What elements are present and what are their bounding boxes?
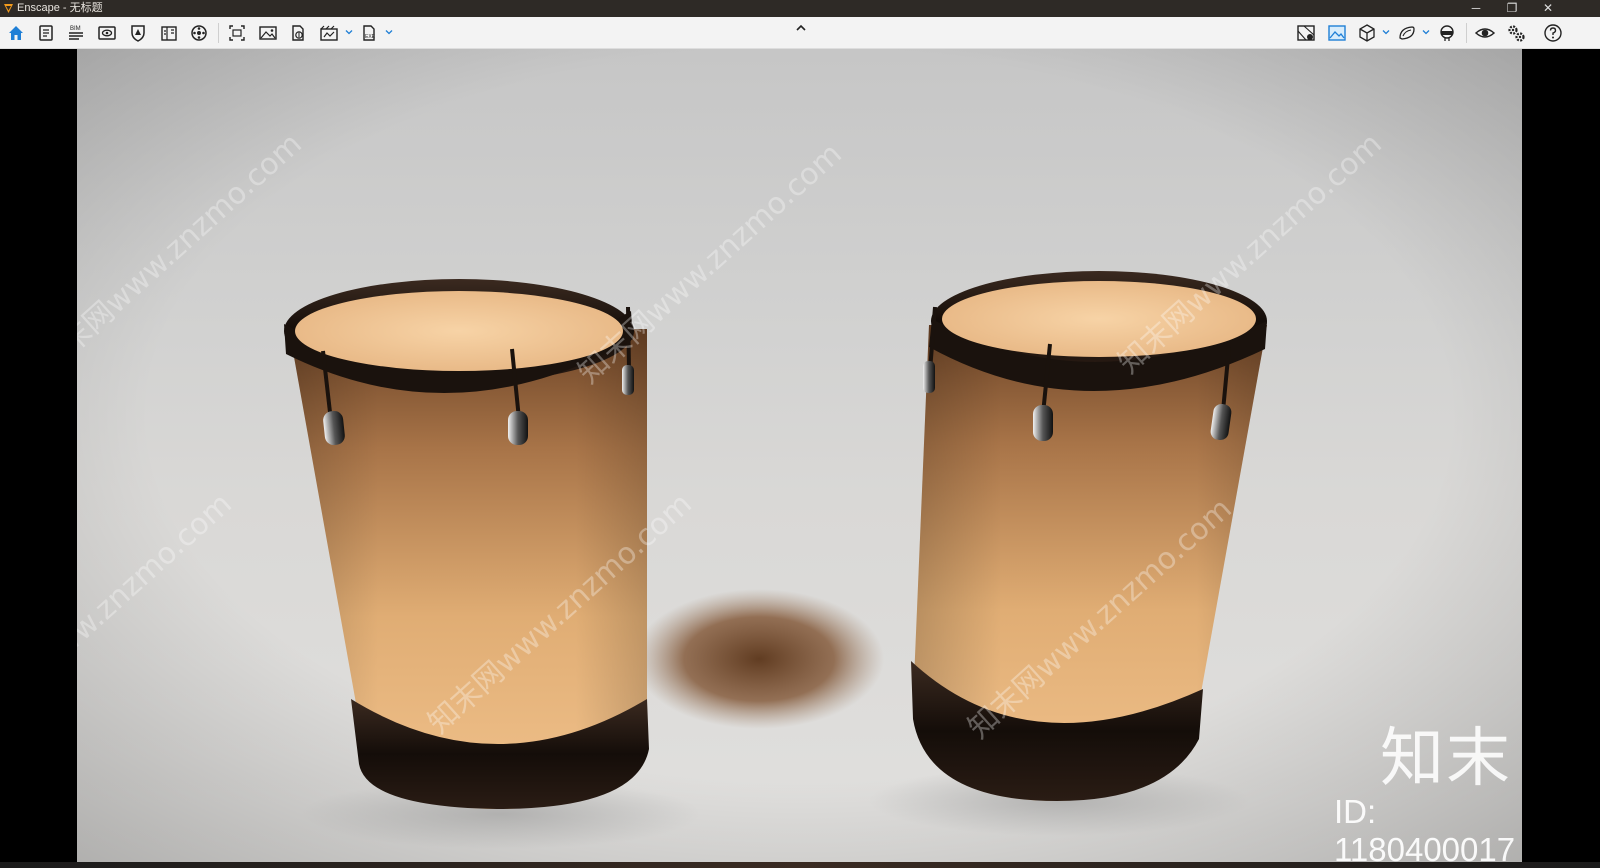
home-icon[interactable] — [6, 23, 26, 43]
assets-icon[interactable] — [159, 23, 179, 43]
eye-icon[interactable] — [1475, 23, 1495, 43]
map-icon[interactable] — [1296, 23, 1316, 43]
visual-settings-icon[interactable] — [128, 23, 148, 43]
minimize-button[interactable]: ─ — [1458, 0, 1494, 17]
vr-dropdown-chevron-icon[interactable] — [1421, 27, 1431, 37]
settings-icon[interactable] — [1506, 23, 1526, 43]
headset-icon[interactable] — [1437, 23, 1457, 43]
projects-icon[interactable] — [36, 23, 56, 43]
help-icon[interactable] — [1543, 23, 1563, 43]
svg-text:BIM: BIM — [70, 26, 81, 32]
svg-text:EXE: EXE — [365, 34, 376, 40]
restore-button[interactable]: ❐ — [1494, 0, 1530, 17]
toolbar-separator — [1466, 23, 1467, 43]
id-watermark: ID: 1180400017 — [1334, 793, 1516, 862]
image-icon[interactable] — [258, 23, 278, 43]
render-viewport[interactable]: 知末网www.znzmo.com 知末网www.znzmo.com 知末网www… — [77, 49, 1522, 862]
vr-icon[interactable] — [1397, 23, 1417, 43]
image-view-icon[interactable] — [1327, 23, 1347, 43]
video-dropdown-chevron-icon[interactable] — [344, 27, 354, 37]
toolbar-separator — [218, 23, 219, 43]
site-context-icon[interactable] — [189, 23, 209, 43]
export-icon[interactable]: EXE — [359, 23, 379, 43]
title-bar: Enscape - 无标题 ─ ❐ ✕ — [0, 0, 1600, 17]
bim-icon[interactable]: BIM — [66, 23, 86, 43]
bottom-strip — [0, 862, 1600, 868]
collapse-toolbar-chevron-icon[interactable] — [794, 20, 808, 31]
cube-view-icon[interactable] — [1357, 23, 1377, 43]
cube-dropdown-chevron-icon[interactable] — [1381, 27, 1391, 37]
panorama-icon[interactable] — [288, 23, 308, 43]
window-title: Enscape - 无标题 — [17, 2, 103, 14]
views-icon[interactable] — [97, 23, 117, 43]
brand-watermark: 知末 — [1380, 722, 1512, 796]
video-icon[interactable] — [319, 23, 339, 43]
enscape-logo-icon — [4, 4, 13, 13]
close-button[interactable]: ✕ — [1530, 0, 1566, 17]
screenshot-icon[interactable] — [227, 23, 247, 43]
export-dropdown-chevron-icon[interactable] — [384, 27, 394, 37]
